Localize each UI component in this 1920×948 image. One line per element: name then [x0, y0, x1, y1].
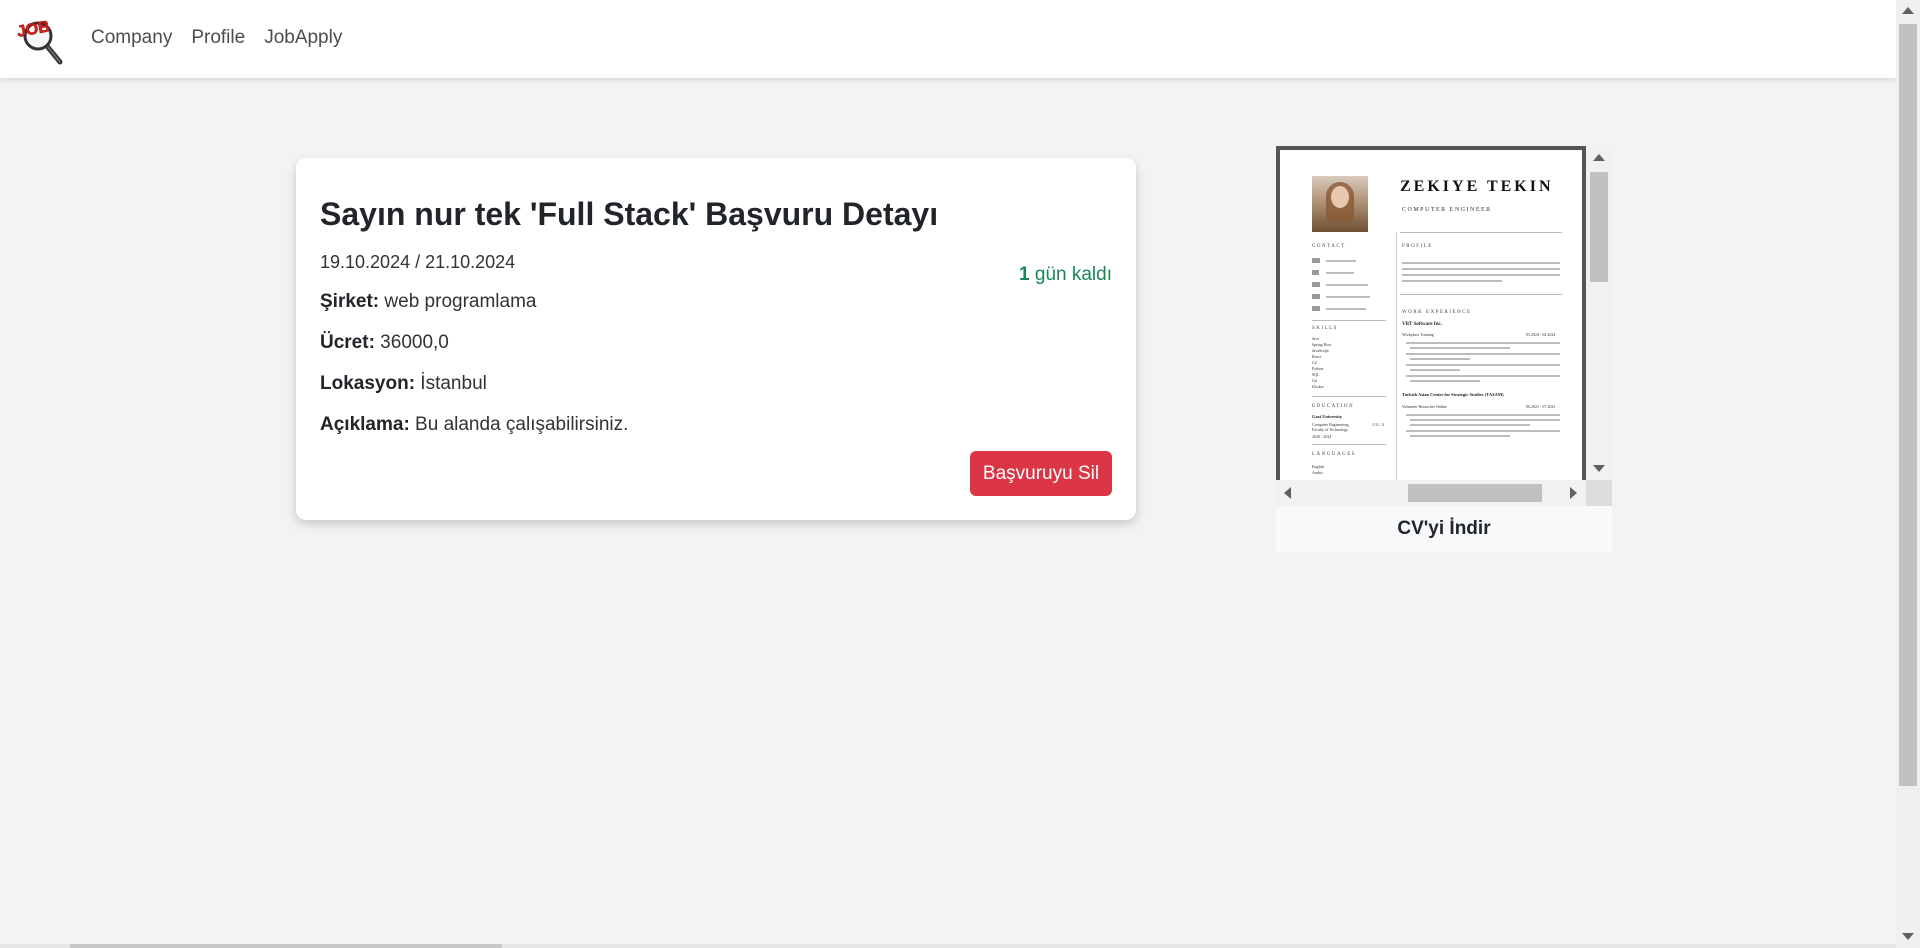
cv-skill: C#: [1312, 360, 1317, 365]
cv-company-2-role: Volunteer Reseacher Online: [1402, 404, 1447, 409]
cv-column-divider: [1396, 232, 1397, 480]
cv-vertical-scroll-thumb[interactable]: [1590, 172, 1608, 282]
nav-link-jobapply[interactable]: JobApply: [264, 27, 342, 49]
cv-profile-photo: [1312, 176, 1368, 232]
scroll-right-arrow-icon[interactable]: [1570, 487, 1577, 499]
download-cv-button[interactable]: CV'yi İndir: [1276, 506, 1612, 552]
field-salary: Ücret: 36000,0: [320, 332, 449, 354]
linkedin-icon: [1312, 294, 1320, 299]
field-description-label: Açıklama:: [320, 414, 410, 435]
cv-skill: React: [1312, 354, 1322, 359]
cv-education-years: 2020 - 2024: [1312, 434, 1332, 439]
mail-icon: [1312, 282, 1320, 287]
scroll-left-arrow-icon[interactable]: [1284, 487, 1291, 499]
job-logo[interactable]: JOB: [14, 10, 66, 66]
cv-education-school: Gazi University: [1312, 414, 1343, 419]
window-horizontal-scrollbar[interactable]: [0, 944, 1896, 948]
cv-contact-heading: CONTACT: [1312, 244, 1346, 249]
field-salary-label: Ücret:: [320, 332, 375, 353]
cv-company-1: VBT Software Inc.: [1402, 322, 1442, 327]
cv-skill: Java: [1312, 336, 1320, 341]
field-location-value: İstanbul: [415, 373, 487, 394]
application-detail-card: Sayın nur tek 'Full Stack' Başvuru Detay…: [296, 158, 1136, 520]
phone-icon: [1312, 258, 1320, 263]
field-company: Şirket: web programlama: [320, 291, 536, 313]
cv-skill: Docker: [1312, 384, 1324, 389]
cv-profile-heading: PROFILE: [1402, 244, 1433, 249]
field-location-label: Lokasyon:: [320, 373, 416, 394]
cv-work-heading: WORK EXPERIENCE: [1402, 310, 1472, 315]
cv-skills-heading: SKILLS: [1312, 326, 1338, 331]
cv-preview-panel: ZEKIYE TEKIN COMPUTER ENGINEER CONTACT S…: [1276, 146, 1612, 552]
cv-skill: JavaScript: [1312, 348, 1329, 353]
field-company-label: Şirket:: [320, 291, 380, 312]
cv-education-heading: EDUCATION: [1312, 404, 1355, 409]
cv-role: COMPUTER ENGINEER: [1402, 207, 1492, 213]
application-dates: 19.10.2024 / 21.10.2024: [320, 252, 516, 272]
cv-horizontal-scrollbar[interactable]: [1276, 480, 1612, 506]
field-salary-value: 36000,0: [374, 332, 449, 353]
field-location: Lokasyon: İstanbul: [320, 373, 487, 395]
cv-education-gpa: 3.11 / 4: [1372, 422, 1384, 427]
field-description-value: Bu alanda çalışabilirsiniz.: [409, 414, 629, 435]
cv-company-2: Turkish Asian Center for Strategic Studi…: [1402, 392, 1504, 397]
cv-languages-heading: LANGUAGES: [1312, 452, 1357, 457]
top-navbar: JOB Company Profile JobApply: [0, 0, 1896, 78]
location-icon: [1312, 270, 1319, 275]
scroll-up-arrow-icon[interactable]: [1902, 7, 1914, 14]
field-description: Açıklama: Bu alanda çalışabilirsiniz.: [320, 414, 628, 436]
cv-document: ZEKIYE TEKIN COMPUTER ENGINEER CONTACT S…: [1276, 146, 1586, 480]
days-left: 1 gün kaldı: [1019, 264, 1112, 286]
cv-skill: Spring Boot: [1312, 342, 1332, 347]
days-left-number: 1: [1019, 264, 1030, 285]
field-company-value: web programlama: [379, 291, 537, 312]
window-vertical-scrollbar[interactable]: [1896, 0, 1920, 948]
nav-link-profile[interactable]: Profile: [191, 27, 245, 49]
github-icon: [1312, 306, 1320, 311]
cv-company-1-dates: 03.2024 - 04.2024: [1526, 332, 1556, 337]
cv-language: English: [1312, 464, 1325, 469]
window-horizontal-scroll-thumb[interactable]: [70, 944, 502, 948]
cv-vertical-scrollbar[interactable]: [1586, 146, 1612, 480]
delete-application-button[interactable]: Başvuruyu Sil: [970, 451, 1112, 496]
nav-link-company[interactable]: Company: [91, 27, 172, 49]
cv-horizontal-scroll-thumb[interactable]: [1408, 484, 1542, 502]
cv-education-faculty: Faculty of Technology: [1312, 427, 1349, 432]
cv-skill: Python: [1312, 366, 1324, 371]
window-scroll-thumb[interactable]: [1899, 24, 1917, 786]
application-title: Sayın nur tek 'Full Stack' Başvuru Detay…: [320, 196, 939, 232]
scrollbar-corner: [1586, 480, 1612, 506]
scroll-down-arrow-icon[interactable]: [1593, 465, 1605, 472]
cv-preview-frame[interactable]: ZEKIYE TEKIN COMPUTER ENGINEER CONTACT S…: [1276, 146, 1612, 506]
cv-skill: SQL: [1312, 372, 1320, 377]
days-left-text: gün kaldı: [1029, 264, 1112, 285]
scroll-up-arrow-icon[interactable]: [1593, 154, 1605, 161]
cv-company-2-dates: 06.2023 - 07.2023: [1526, 404, 1556, 409]
cv-skill: Git: [1312, 378, 1318, 383]
cv-name: ZEKIYE TEKIN: [1400, 178, 1554, 195]
cv-rule: [1400, 232, 1562, 233]
cv-page: ZEKIYE TEKIN COMPUTER ENGINEER CONTACT S…: [1280, 150, 1582, 480]
cv-language: Arabic: [1312, 470, 1323, 475]
scroll-down-arrow-icon[interactable]: [1902, 933, 1914, 940]
cv-company-1-role: Workplace Training: [1402, 332, 1434, 337]
